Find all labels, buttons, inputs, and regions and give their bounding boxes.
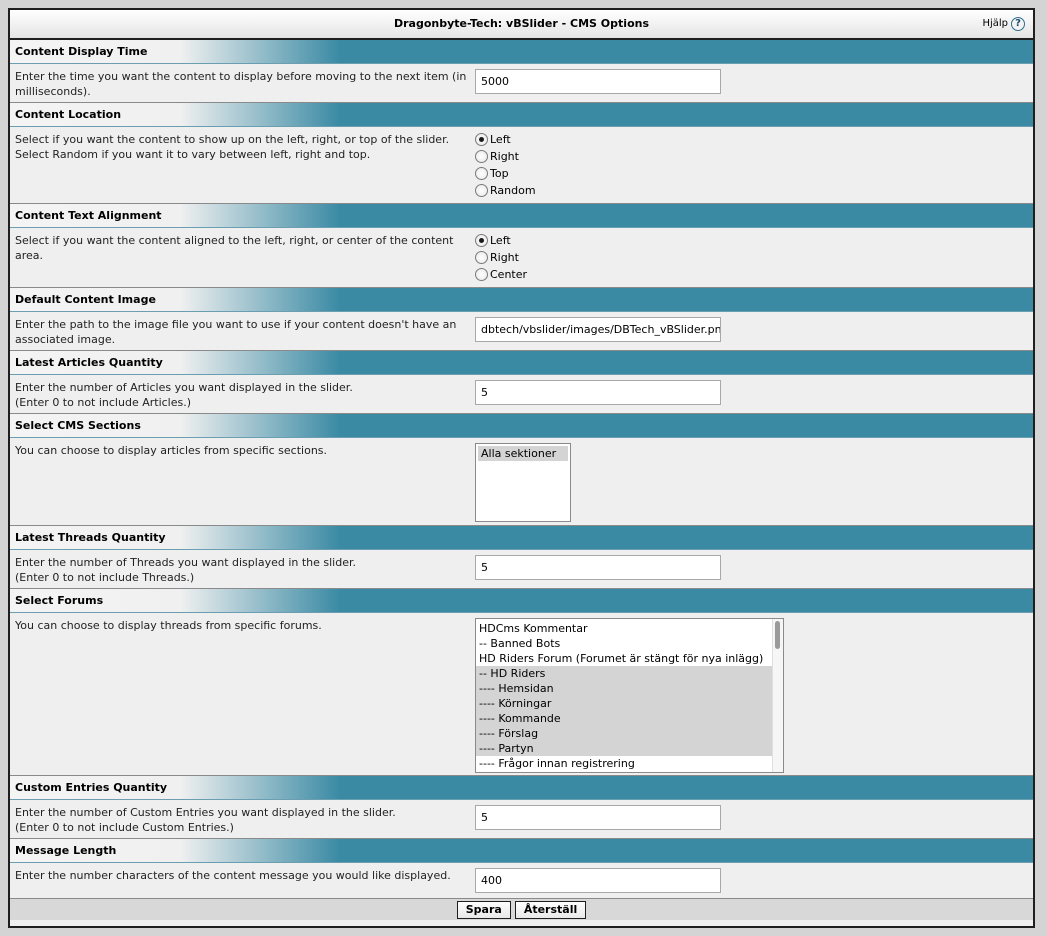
radio-label: Center <box>490 268 528 281</box>
section-display-time: Enter the time you want the content to d… <box>10 64 1033 103</box>
radio-label: Left <box>490 234 511 247</box>
cms-sections-description: You can choose to display articles from … <box>15 444 328 457</box>
radio-label: Random <box>490 184 536 197</box>
alignment-option-left[interactable]: Left <box>475 232 527 249</box>
section-default-image: Enter the path to the image file you wan… <box>10 312 1033 351</box>
section-header-message-length: Message Length <box>10 839 1033 863</box>
radio-right[interactable] <box>475 251 488 264</box>
threads-qty-description-line-2: (Enter 0 to not include Threads.) <box>15 571 195 584</box>
forums-description: You can choose to display threads from s… <box>15 619 322 632</box>
save-button[interactable]: Spara <box>456 901 511 919</box>
list-item[interactable]: ---- Partyn <box>476 741 772 756</box>
section-forums: You can choose to display threads from s… <box>10 613 1033 776</box>
section-articles-qty: Enter the number of Articles you want di… <box>10 375 1033 414</box>
scrollbar-thumb[interactable] <box>775 621 780 649</box>
radio-label: Right <box>490 251 519 264</box>
question-icon[interactable]: ? <box>1011 17 1025 31</box>
section-header-alignment: Content Text Alignment <box>10 204 1033 228</box>
list-item[interactable]: ---- Förslag <box>476 726 772 741</box>
alignment-description: Select if you want the content aligned t… <box>15 234 454 262</box>
location-option-top[interactable]: Top <box>475 165 536 182</box>
default-image-description: Enter the path to the image file you wan… <box>15 318 457 346</box>
custom-qty-description-line-2: (Enter 0 to not include Custom Entries.) <box>15 821 234 834</box>
location-radio-group: Left Right Top Random <box>475 131 536 199</box>
list-item[interactable]: HDCms Kommentar <box>476 621 783 636</box>
radio-label: Right <box>490 150 519 163</box>
forums-listbox[interactable]: HDCms Kommentar -- Banned Bots HD Riders… <box>475 618 784 773</box>
articles-qty-description-line-1: Enter the number of Articles you want di… <box>15 381 353 394</box>
radio-random[interactable] <box>475 184 488 197</box>
section-header-cms-sections: Select CMS Sections <box>10 414 1033 438</box>
panel-title: Dragonbyte-Tech: vBSlider - CMS Options <box>394 17 649 30</box>
location-description-line-2: Select Random if you want it to vary bet… <box>15 148 371 161</box>
help-link[interactable]: Hjälp ? <box>982 16 1025 32</box>
radio-label: Left <box>490 133 511 146</box>
radio-label: Top <box>490 167 509 180</box>
list-item[interactable]: ---- Frågor innan registrering <box>476 756 783 771</box>
radio-left[interactable] <box>475 234 488 247</box>
forums-scrollbar[interactable] <box>772 619 783 772</box>
list-item[interactable]: ---- Hemsidan <box>476 681 772 696</box>
list-item[interactable]: HD Riders Forum (Forumet är stängt för n… <box>476 651 783 666</box>
default-image-input[interactable]: dbtech/vbslider/images/DBTech_vBSlider.p… <box>475 317 721 342</box>
threads-qty-description: Enter the number of Threads you want dis… <box>15 555 470 585</box>
threads-qty-input[interactable]: 5 <box>475 555 721 580</box>
section-header-default-image: Default Content Image <box>10 288 1033 312</box>
section-header-display-time: Content Display Time <box>10 40 1033 64</box>
form-footer: Spara Återställ <box>10 899 1033 920</box>
section-header-forums: Select Forums <box>10 589 1033 613</box>
panel-titlebar: Dragonbyte-Tech: vBSlider - CMS Options … <box>10 10 1033 40</box>
custom-qty-input[interactable]: 5 <box>475 805 721 830</box>
articles-qty-input[interactable]: 5 <box>475 380 721 405</box>
display-time-input[interactable]: 5000 <box>475 69 721 94</box>
section-header-location: Content Location <box>10 103 1033 127</box>
list-item[interactable]: ---- Körningar <box>476 696 772 711</box>
location-description: Select if you want the content to show u… <box>15 132 470 162</box>
alignment-option-center[interactable]: Center <box>475 266 527 283</box>
section-header-custom-qty: Custom Entries Quantity <box>10 776 1033 800</box>
section-cms-sections: You can choose to display articles from … <box>10 438 1033 526</box>
articles-qty-description: Enter the number of Articles you want di… <box>15 380 470 410</box>
section-threads-qty: Enter the number of Threads you want dis… <box>10 550 1033 589</box>
section-header-articles-qty: Latest Articles Quantity <box>10 351 1033 375</box>
location-option-right[interactable]: Right <box>475 148 536 165</box>
reset-button[interactable]: Återställ <box>514 901 587 919</box>
section-header-threads-qty: Latest Threads Quantity <box>10 526 1033 550</box>
display-time-description: Enter the time you want the content to d… <box>15 70 467 98</box>
custom-qty-description-line-1: Enter the number of Custom Entries you w… <box>15 806 396 819</box>
alignment-radio-group: Left Right Center <box>475 232 527 283</box>
radio-right[interactable] <box>475 150 488 163</box>
message-length-description: Enter the number characters of the conte… <box>15 869 451 882</box>
location-description-line-1: Select if you want the content to show u… <box>15 133 450 146</box>
cms-sections-listbox[interactable]: Alla sektioner <box>475 443 571 522</box>
help-label: Hjälp <box>982 18 1008 29</box>
list-item[interactable]: Alla sektioner <box>478 446 568 461</box>
list-item[interactable]: ---- Kommande <box>476 711 772 726</box>
cms-options-panel: Dragonbyte-Tech: vBSlider - CMS Options … <box>8 8 1035 928</box>
section-alignment: Select if you want the content aligned t… <box>10 228 1033 288</box>
section-message-length: Enter the number characters of the conte… <box>10 863 1033 899</box>
list-item[interactable]: -- Banned Bots <box>476 636 783 651</box>
section-location: Select if you want the content to show u… <box>10 127 1033 204</box>
message-length-input[interactable]: 400 <box>475 868 721 893</box>
radio-center[interactable] <box>475 268 488 281</box>
location-option-random[interactable]: Random <box>475 182 536 199</box>
custom-qty-description: Enter the number of Custom Entries you w… <box>15 805 470 835</box>
alignment-option-right[interactable]: Right <box>475 249 527 266</box>
location-option-left[interactable]: Left <box>475 131 536 148</box>
radio-left[interactable] <box>475 133 488 146</box>
articles-qty-description-line-2: (Enter 0 to not include Articles.) <box>15 396 192 409</box>
section-custom-qty: Enter the number of Custom Entries you w… <box>10 800 1033 839</box>
list-item[interactable]: -- HD Riders <box>476 666 772 681</box>
radio-top[interactable] <box>475 167 488 180</box>
threads-qty-description-line-1: Enter the number of Threads you want dis… <box>15 556 356 569</box>
